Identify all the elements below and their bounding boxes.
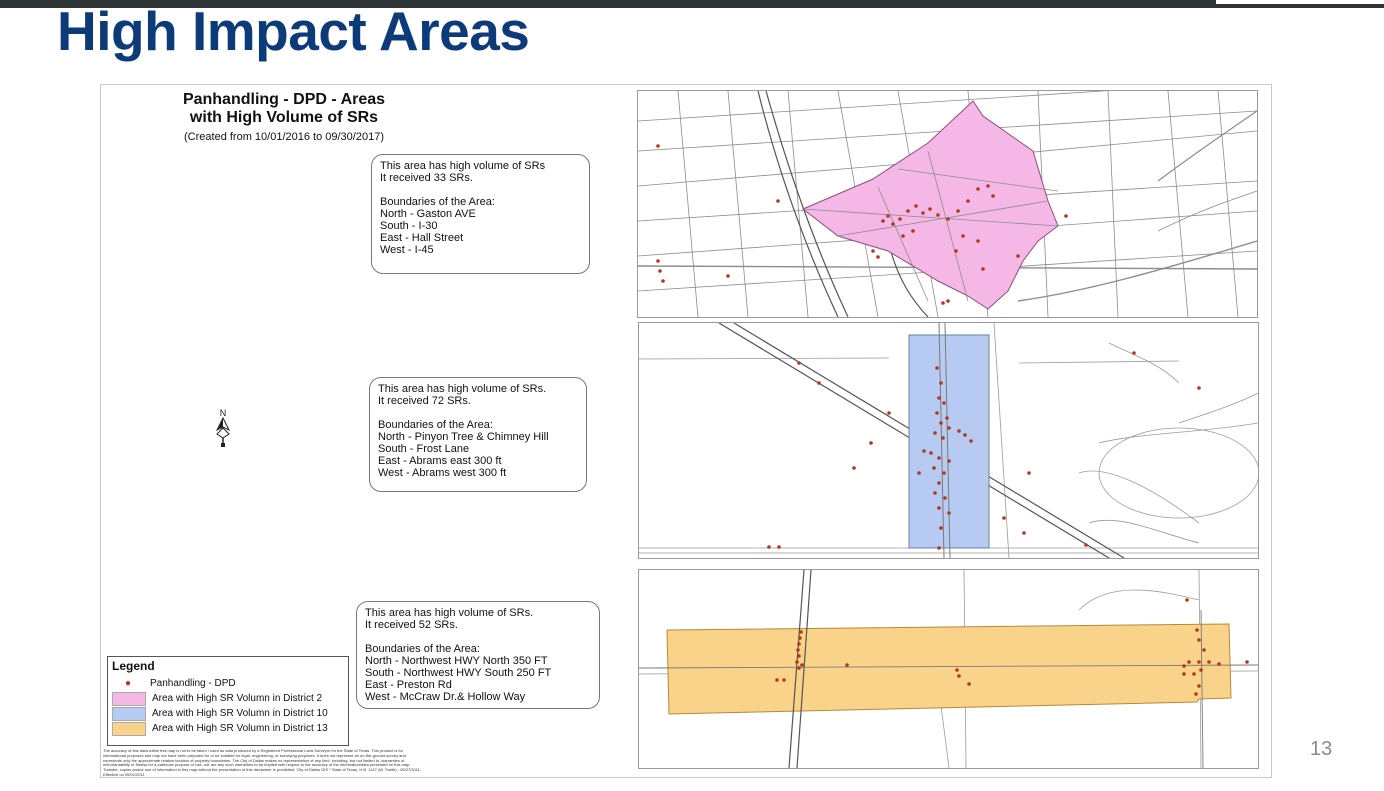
north-arrow-label: N	[220, 408, 227, 418]
callout-boundary-west: West - McCraw Dr.& Hollow Way	[365, 691, 526, 703]
callout-boundary-north: North - Gaston AVE	[380, 208, 476, 220]
slide-title: High Impact Areas	[57, 0, 530, 62]
legend-title: Legend	[112, 659, 155, 673]
legend-item-district-10: Area with High SR Volumn in District 10	[112, 706, 348, 721]
callout-boundary-east: East - Hall Street	[380, 232, 464, 244]
callout-line: This area has high volume of SRs.	[378, 383, 547, 395]
map-title: Panhandling - DPD - Areas with High Volu…	[119, 91, 449, 145]
callout-boundary-south: South - I-30	[380, 220, 438, 232]
legend-label: Area with High SR Volumn in District 2	[152, 693, 323, 704]
map-disclaimer: The accuracy of this data within this ma…	[103, 748, 422, 777]
callout-boundaries-heading: Boundaries of the Area:	[380, 196, 495, 208]
callout-boundary-north: North - Northwest HWY North 350 FT	[365, 655, 548, 667]
callout-district-10: This area has high volume of SRs. It rec…	[369, 377, 587, 492]
legend-swatch-orange	[112, 721, 146, 736]
legend-label: Panhandling - DPD	[150, 678, 236, 689]
map-legend: Legend ● Panhandling - DPD Area with Hig…	[107, 656, 349, 746]
callout-boundary-east: East - Abrams east 300 ft	[378, 455, 502, 467]
map-title-line-1: Panhandling - DPD - Areas	[182, 91, 386, 108]
legend-item-district-2: Area with High SR Volumn in District 2	[112, 691, 348, 706]
legend-swatch-blue	[112, 706, 146, 721]
map-panel-district-2[interactable]	[637, 90, 1258, 318]
legend-label: Area with High SR Volumn in District 13	[152, 723, 328, 734]
callout-line: It received 72 SRs.	[378, 395, 471, 407]
page-number: 13	[1310, 738, 1333, 760]
map-panel-district-13[interactable]	[638, 569, 1259, 769]
callout-line: It received 33 SRs.	[380, 172, 473, 184]
map-panel-district-10[interactable]	[638, 322, 1259, 559]
north-arrow-icon: N	[216, 408, 230, 448]
legend-swatch-pink	[112, 691, 146, 706]
callout-boundaries-heading: Boundaries of the Area:	[365, 643, 480, 655]
callout-line: This area has high volume of SRs.	[365, 607, 534, 619]
callout-boundary-south: South - Frost Lane	[378, 443, 470, 455]
callout-line: This area has high volume of SRs	[380, 160, 546, 172]
map-subtitle: (Created from 10/01/2016 to 09/30/2017)	[184, 131, 384, 143]
callout-district-13: This area has high volume of SRs. It rec…	[356, 601, 600, 709]
legend-point-icon: ●	[124, 678, 132, 689]
callout-district-2: This area has high volume of SRs It rece…	[371, 154, 590, 274]
callout-line: It received 52 SRs.	[365, 619, 458, 631]
legend-item-district-13: Area with High SR Volumn in District 13	[112, 721, 348, 736]
map-sheet: Panhandling - DPD - Areas with High Volu…	[100, 84, 1272, 778]
callout-boundary-west: West - Abrams west 300 ft	[378, 467, 507, 479]
map-title-line-2: with High Volume of SRs	[189, 109, 379, 126]
callout-boundary-north: North - Pinyon Tree & Chimney Hill	[378, 431, 549, 443]
legend-label: Area with High SR Volumn in District 10	[152, 708, 328, 719]
legend-item-panhandling: ● Panhandling - DPD	[112, 676, 348, 691]
scroll-thumb[interactable]	[1216, 0, 1384, 4]
callout-boundaries-heading: Boundaries of the Area:	[378, 419, 493, 431]
callout-boundary-east: East - Preston Rd	[365, 679, 452, 691]
callout-boundary-south: South - Northwest HWY South 250 FT	[365, 667, 552, 679]
callout-boundary-west: West - I-45	[380, 244, 434, 256]
